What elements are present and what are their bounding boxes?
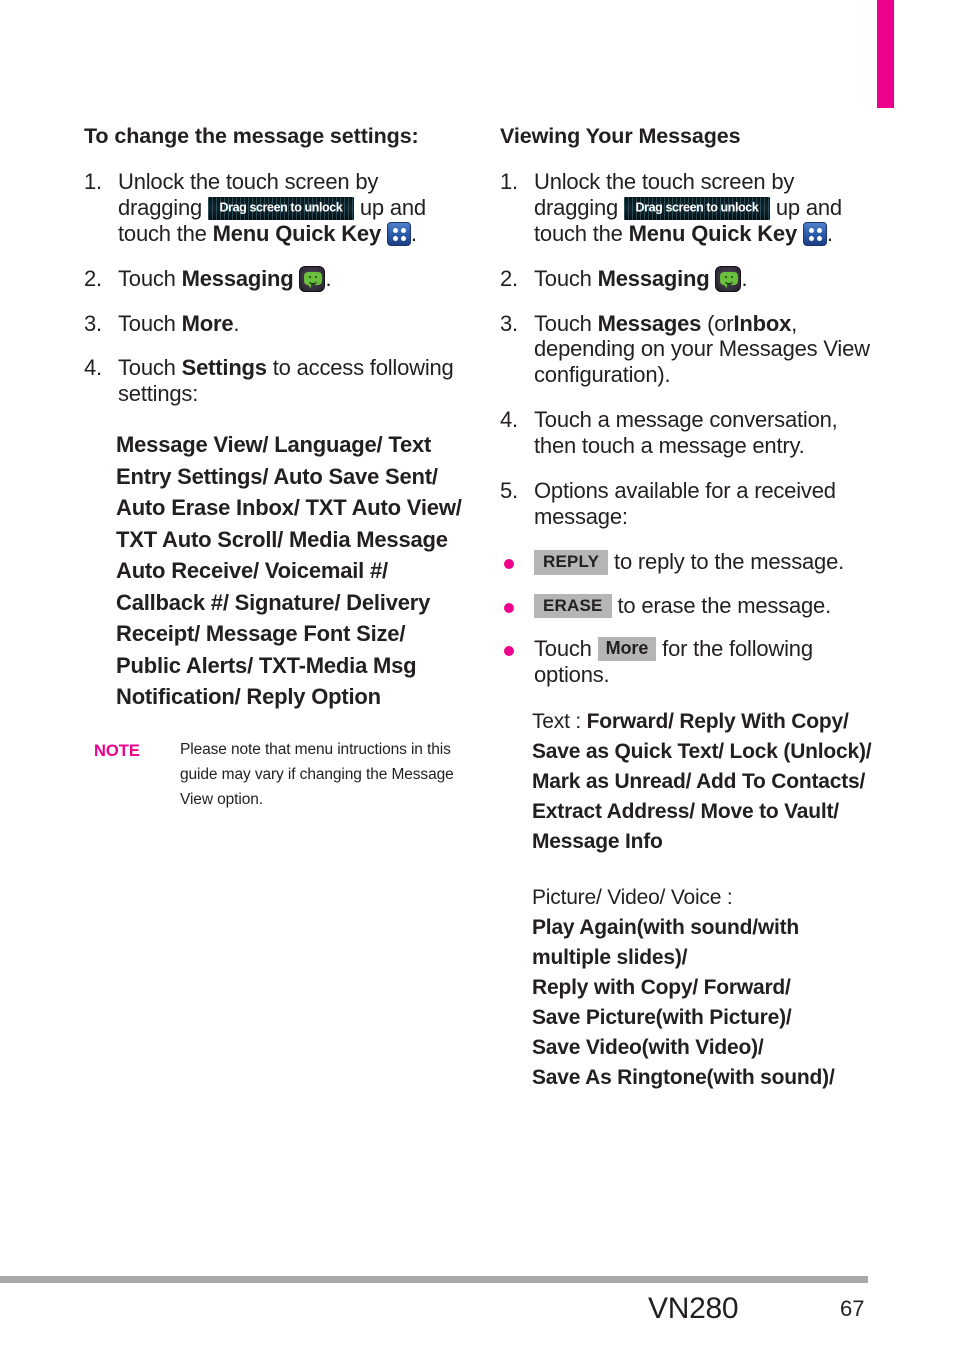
bullet-text-pre: Touch [534, 635, 592, 661]
step-number: 3. [500, 310, 518, 336]
right-step-4: 4. Touch a message conversation, then tou… [500, 407, 878, 459]
note-label: NOTE [94, 742, 140, 761]
bullet-erase: ERASE to erase the message. [500, 593, 878, 619]
step-text-pre: Touch [534, 265, 592, 291]
step-text-post: . [410, 220, 417, 246]
step-text-pre: Touch [118, 310, 176, 336]
bullet-dot-icon [504, 559, 514, 570]
settings-options-list: Message View/ Language/ Text Entry Setti… [116, 432, 462, 709]
step-text-post: . [826, 220, 833, 246]
media-options-list: Play Again(with sound/with multiple slid… [532, 915, 835, 1089]
step-text-mid: (or [707, 310, 734, 336]
bullet-dot-icon [504, 602, 514, 613]
right-step-2: 2. Touch Messaging . [500, 265, 878, 292]
left-section-title: To change the message settings: [84, 124, 419, 148]
menu-quick-key-label: Menu Quick Key [628, 220, 798, 246]
settings-label: Settings [181, 355, 267, 381]
unlock-bar-label: Drag screen to unlock [219, 200, 343, 215]
erase-softkey-chip[interactable]: ERASE [534, 593, 612, 619]
manual-page: To change the message settings: 1. Unlock… [0, 0, 954, 1371]
step-text-pre: Touch [118, 355, 176, 381]
step-text-pre: Options available for a received message… [534, 478, 836, 530]
bullet-more: Touch More for the following options. [500, 636, 878, 689]
step-number: 2. [500, 265, 518, 291]
more-label: More [181, 310, 234, 336]
step-number: 1. [84, 168, 102, 194]
right-steps-list: 1. Unlock the touch screen by dragging Dr… [500, 169, 878, 531]
left-step-1: 1. Unlock the touch screen by dragging Dr… [84, 169, 464, 247]
messaging-app-icon [715, 265, 742, 292]
bullet-text: to reply to the message. [614, 549, 845, 575]
menu-quick-key-icon [386, 221, 411, 246]
menu-quick-key-label: Menu Quick Key [212, 220, 382, 246]
step-number: 2. [84, 265, 102, 291]
left-column: To change the message settings: 1. Unlock… [84, 124, 464, 813]
unlock-bar-label: Drag screen to unlock [635, 200, 759, 215]
message-options-bullets: REPLY to reply to the message. ERASE to … [500, 549, 878, 689]
left-step-3: 3. Touch More. [84, 311, 464, 337]
messaging-label: Messaging [181, 265, 294, 291]
reply-softkey-chip[interactable]: REPLY [534, 550, 609, 576]
left-step-4: 4. Touch Settings to access following set… [84, 355, 464, 407]
step-text-pre: Touch [118, 265, 176, 291]
step-text-post: . [325, 265, 332, 291]
step-text-pre: Touch [534, 310, 592, 336]
bullet-reply: REPLY to reply to the message. [500, 549, 878, 576]
media-options-label: Picture/ Video/ Voice : [532, 885, 733, 909]
step-number: 3. [84, 310, 102, 336]
footer-page-number: 67 [840, 1296, 865, 1321]
right-step-5: 5. Options available for a received messa… [500, 478, 878, 530]
step-text-pre: Touch a message conversation, then touch… [534, 407, 838, 459]
step-text-post: . [233, 310, 240, 336]
more-softkey-chip[interactable]: More [597, 636, 657, 661]
section-tab-marker [877, 0, 894, 108]
drag-screen-to-unlock-icon: Drag screen to unlock [623, 196, 770, 220]
note-block: NOTE Please note that menu intructions i… [94, 738, 464, 812]
messages-label: Messages [597, 310, 702, 336]
step-text-post: . [741, 265, 748, 291]
bullet-text: to erase the message. [617, 592, 832, 618]
text-options-paragraph: Text : Forward/ Reply With Copy/ Save as… [532, 707, 878, 857]
text-options-label: Text : [532, 709, 581, 733]
note-text: Please note that menu intructions in thi… [180, 741, 454, 809]
right-section-title: Viewing Your Messages [500, 124, 741, 148]
step-number: 4. [500, 407, 518, 433]
footer-divider [0, 1276, 868, 1283]
left-steps-list: 1. Unlock the touch screen by dragging Dr… [84, 169, 464, 408]
messaging-label: Messaging [597, 265, 710, 291]
step-number: 1. [500, 168, 518, 194]
menu-quick-key-icon [802, 221, 827, 246]
drag-screen-to-unlock-icon: Drag screen to unlock [207, 196, 354, 220]
right-column: Viewing Your Messages 1. Unlock the touch… [500, 124, 878, 1093]
media-options-paragraph: Picture/ Video/ Voice : Play Again(with … [532, 883, 878, 1093]
footer-model-name: VN280 [648, 1292, 739, 1325]
inbox-label: Inbox [733, 310, 792, 336]
step-number: 5. [500, 478, 518, 504]
bullet-dot-icon [504, 645, 514, 656]
text-options-list: Forward/ Reply With Copy/ Save as Quick … [532, 709, 872, 853]
step-number: 4. [84, 355, 102, 381]
right-step-1: 1. Unlock the touch screen by dragging Dr… [500, 169, 878, 247]
messaging-app-icon [299, 265, 326, 292]
right-step-3: 3. Touch Messages (orInbox, depending on … [500, 311, 878, 389]
left-step-2: 2. Touch Messaging . [84, 265, 464, 292]
